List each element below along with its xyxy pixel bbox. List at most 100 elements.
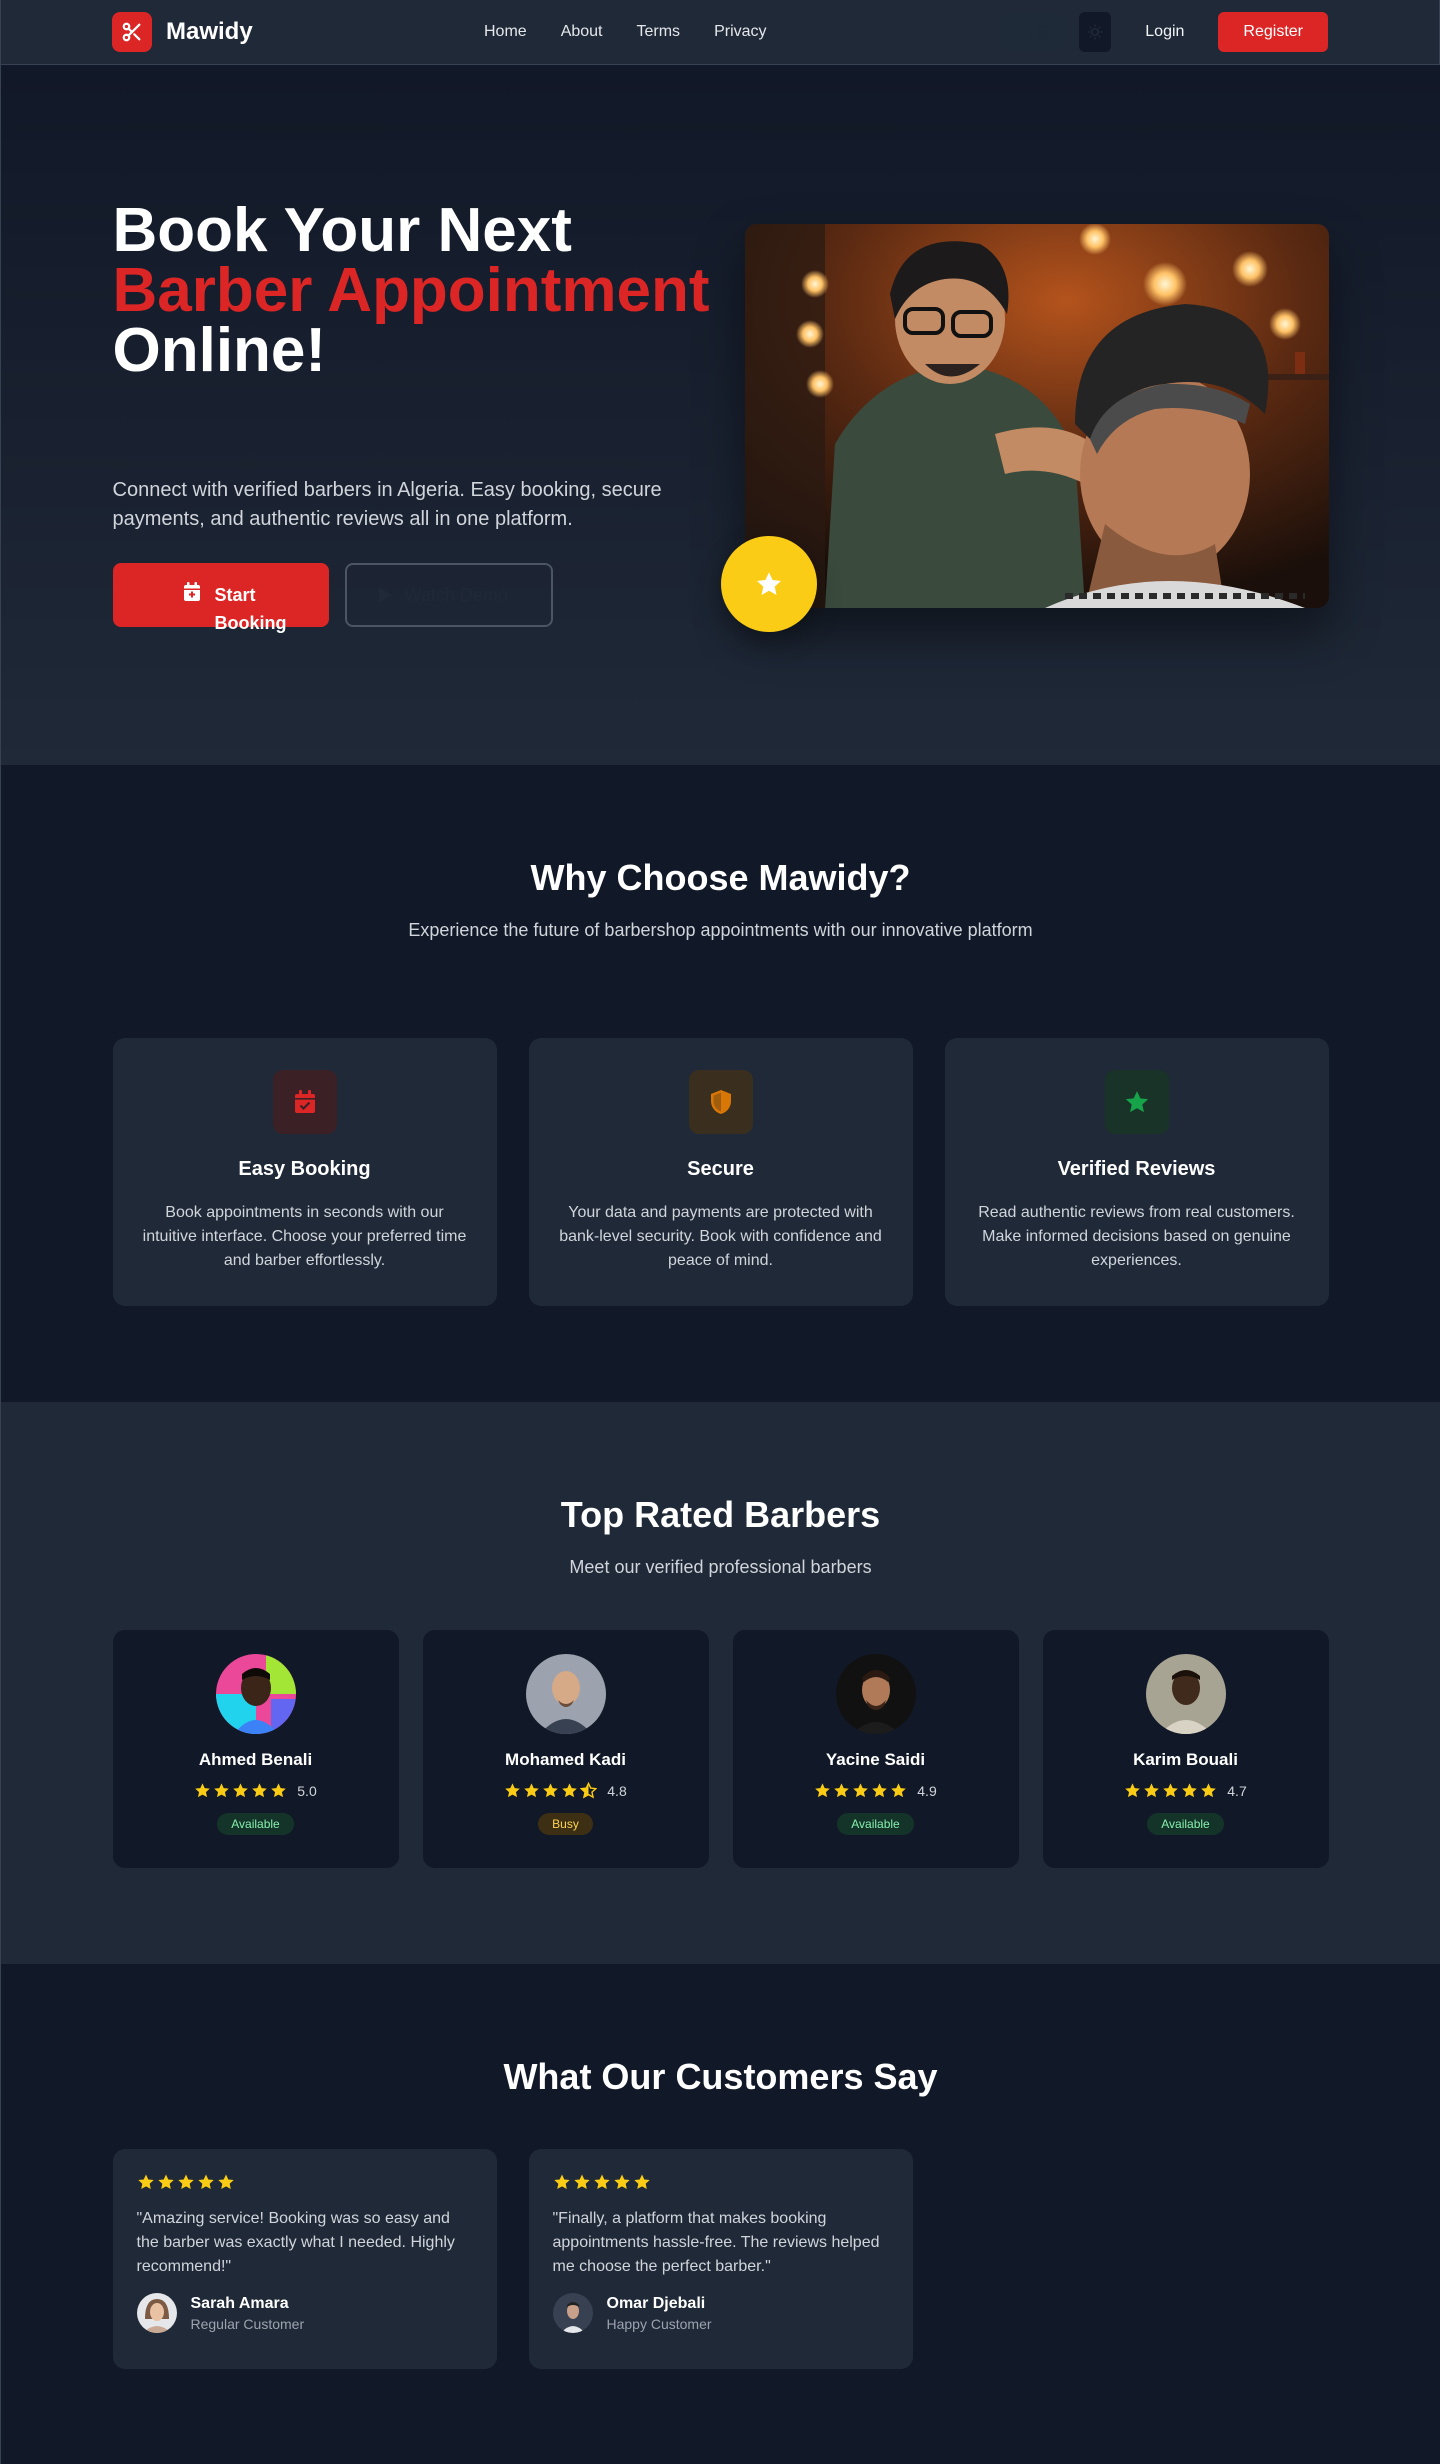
star-icon [553,2174,570,2190]
barber-name: Ahmed Benali [198,1750,313,1769]
testimonial-author: Sarah Amara Regular Customer [136,2293,473,2333]
testimonial-quote: "Finally, a platform that makes booking … [552,2210,880,2275]
testimonial-quote: "Amazing service! Booking was so easy an… [136,2210,455,2275]
barbers-title: Top Rated Barbers [560,1494,881,1535]
star-icon [137,2174,154,2190]
testimonial-stars [553,2173,889,2191]
author-name: Omar Djebali [606,2294,706,2312]
barber-rating: 5.0 [113,1782,399,1799]
testimonial-card: "Amazing service! Booking was so easy an… [112,2149,497,2369]
barber-name: Karim Bouali [1133,1750,1238,1769]
star-icon [593,2174,610,2190]
register-button[interactable]: Register [1218,12,1328,52]
language-selector[interactable]: EN [1001,15,1066,49]
hero-title: Book Your Next Barber Appointment Online… [112,200,710,382]
feature-title: Secure [687,1158,754,1180]
calendar-check-icon [272,1070,337,1134]
star-icon [872,1783,888,1798]
star-icon [217,2174,234,2190]
testimonials-section: What Our Customers Say "Amazing service!… [0,1964,1440,2464]
language-label: EN [1015,24,1034,40]
feature-text: Read authentic reviews from real custome… [978,1204,1295,1269]
star-icon [252,1783,268,1798]
feature-text: Book appointments in seconds with our in… [142,1204,467,1269]
status-badge: Available [837,1813,914,1835]
status-badge: Busy [538,1813,593,1835]
hero-title-highlight: Barber Appointment [112,256,710,325]
rating-value: 4.7 [1227,1782,1247,1799]
hero-title-line1: Book Your Next [112,196,572,265]
star-icon [815,1783,831,1798]
barber-card[interactable]: Karim Bouali 4.7 Available [1042,1630,1329,1868]
star-icon [1144,1783,1160,1798]
theme-toggle-button[interactable] [1079,12,1112,52]
star-icon [853,1783,869,1798]
star-badge [720,536,817,632]
author-role: Regular Customer [190,2315,305,2332]
avatar [136,2293,177,2333]
star-icon [1125,1783,1141,1798]
watch-demo-label: Watch Demo [404,584,508,605]
star-icon [505,1783,521,1798]
navbar: Mawidy Home About Terms Privacy EN Login… [0,0,1440,65]
why-subtitle: Experience the future of barbershop appo… [408,920,1033,940]
avatar [215,1654,296,1734]
top-barbers-section: Top Rated Barbers Meet our verified prof… [0,1402,1440,1964]
barber-rating: 4.8 [423,1782,709,1799]
barber-rating: 4.7 [1043,1782,1329,1799]
star-icon [543,1783,559,1798]
globe-icon [1037,25,1051,39]
feature-title: Easy Booking [238,1158,371,1180]
author-role: Happy Customer [606,2315,712,2332]
star-icon [756,572,781,595]
rating-value: 5.0 [297,1782,317,1799]
barber-card[interactable]: Yacine Saidi 4.9 Available [732,1630,1019,1868]
star-icon [1163,1783,1179,1798]
nav-link-home[interactable]: Home [484,23,527,41]
star-icon [271,1783,287,1798]
barber-card[interactable]: Ahmed Benali 5.0 Available [112,1630,399,1868]
login-link[interactable]: Login [1145,23,1184,41]
hero-barber-image [744,224,1329,608]
brand-name: Mawidy [166,18,253,45]
nav-links: Home About Terms Privacy [484,23,801,41]
star-icon [834,1783,850,1798]
feature-card-easy-booking: Easy Booking Book appointments in second… [112,1038,497,1306]
calendar-plus-icon [183,582,200,601]
star-icon [195,1783,211,1798]
star-icon [1182,1783,1198,1798]
rating-value: 4.8 [607,1782,627,1799]
watch-demo-button[interactable]: Watch Demo [344,563,553,627]
testimonial-stars [137,2173,473,2191]
star-icon [1201,1783,1217,1798]
feature-text: Your data and payments are protected wit… [559,1204,882,1269]
status-badge: Available [217,1813,294,1835]
play-icon [378,587,392,603]
barber-rating: 4.9 [733,1782,1019,1799]
testimonials-title: What Our Customers Say [503,2056,938,2097]
rating-value: 4.9 [917,1782,937,1799]
star-icon [891,1783,907,1798]
nav-link-about[interactable]: About [561,23,603,41]
nav-link-privacy[interactable]: Privacy [714,23,766,41]
nav-link-terms[interactable]: Terms [637,23,681,41]
sun-icon [1087,24,1103,40]
barbers-subtitle: Meet our verified professional barbers [569,1557,872,1577]
brand-logo[interactable]: Mawidy [112,12,253,52]
why-choose-section: Why Choose Mawidy? Experience the future… [0,765,1440,1402]
star-icon [613,2174,630,2190]
avatar [1145,1654,1226,1734]
start-booking-button[interactable]: Start Booking [112,563,329,633]
star-icon [573,2174,590,2190]
hero-description: Connect with verified barbers in Algeria… [112,479,662,530]
feature-title: Verified Reviews [1057,1158,1216,1180]
star-icon [197,2174,214,2190]
star-icon [177,2174,194,2190]
star-icon [633,2174,650,2190]
status-badge: Available [1147,1813,1224,1835]
avatar [525,1654,606,1734]
barber-name: Mohamed Kadi [505,1750,626,1769]
why-title: Why Choose Mawidy? [530,857,911,898]
star-icon [1104,1070,1169,1134]
barber-card[interactable]: Mohamed Kadi 4.8 Busy [422,1630,709,1868]
